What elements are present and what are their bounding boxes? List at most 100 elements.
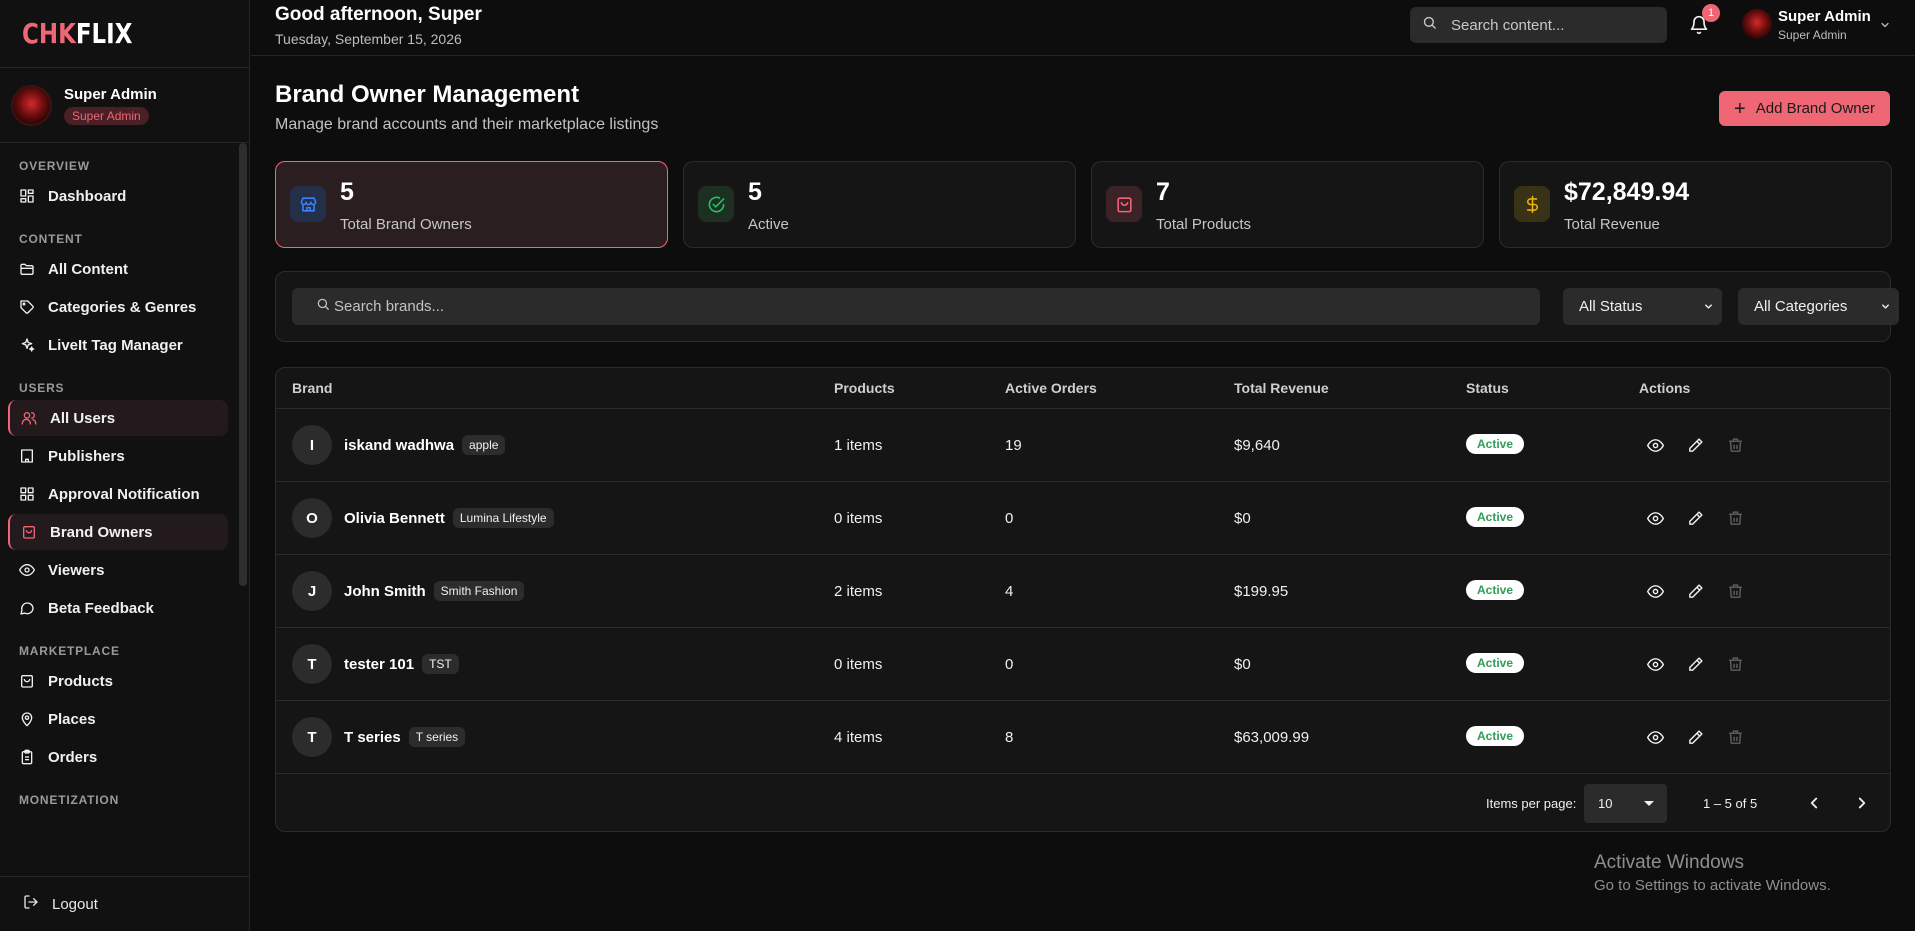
brand-cell: iskand wadhwa apple — [344, 435, 506, 455]
delete-icon[interactable] — [1727, 583, 1744, 600]
view-icon[interactable] — [1646, 729, 1665, 746]
sidebar-item-products[interactable]: Products — [8, 663, 228, 699]
products-cell: 1 items — [834, 437, 883, 454]
nav-section-title: OVERVIEW — [19, 159, 90, 173]
status-select[interactable]: All Status — [1563, 288, 1722, 325]
logo[interactable]: CHKFLIX — [0, 0, 249, 68]
brand-search-input[interactable]: Search brands... — [292, 288, 1540, 325]
logout-button[interactable]: Logout — [0, 876, 250, 931]
brand-tag: TST — [422, 654, 459, 674]
table-row[interactable]: O Olivia Bennett Lumina Lifestyle 0 items 0 $… — [276, 482, 1890, 555]
top-search-input[interactable]: Search content... — [1410, 7, 1667, 43]
column-header-products: Products — [834, 380, 895, 396]
delete-icon[interactable] — [1727, 656, 1744, 673]
delete-icon[interactable] — [1727, 510, 1744, 527]
category-select[interactable]: All Categories — [1738, 288, 1899, 325]
brand-tag: T series — [408, 727, 466, 747]
sidebar-item-all-content[interactable]: All Content — [8, 251, 228, 287]
chevron-down-icon[interactable] — [1879, 18, 1891, 30]
tag-icon — [19, 299, 35, 315]
previous-page-button[interactable] — [1805, 794, 1823, 812]
page-subtitle: Manage brand accounts and their marketpl… — [275, 116, 659, 133]
dashboard-icon — [19, 188, 35, 204]
sidebar-item-viewers[interactable]: Viewers — [8, 552, 228, 588]
sidebar-item-beta-feedback[interactable]: Beta Feedback — [8, 590, 228, 626]
dollar-icon — [1514, 186, 1550, 222]
plus-icon: + — [1734, 97, 1746, 120]
table-row[interactable]: Iiskand wadhwa apple 1 items 19 $9,640 Active — [276, 409, 1890, 482]
status-badge: Active — [1466, 507, 1525, 527]
brand-owners-table: Brand Products Active Orders Total Revenue S… — [275, 367, 1891, 832]
logo-part-2: FLIX — [75, 17, 133, 50]
edit-icon[interactable] — [1687, 510, 1704, 527]
products-cell: 2 items — [834, 583, 883, 600]
brand-avatar: J — [292, 571, 332, 611]
delete-icon[interactable] — [1727, 437, 1744, 454]
top-user-role: Super Admin — [1778, 28, 1847, 42]
stat-card-total-products: 7 Total Products — [1091, 161, 1484, 248]
add-brand-owner-button[interactable]: + Add Brand Owner — [1719, 91, 1890, 126]
sidebar-item-categories-genres[interactable]: Categories & Genres — [8, 289, 228, 325]
filter-bar: Search brands... All Status All Categori… — [275, 271, 1899, 342]
sidebar-item-label: LiveIt Tag Manager — [48, 336, 183, 354]
next-page-button[interactable] — [1853, 794, 1871, 812]
brand-tag: Lumina Lifestyle — [452, 508, 554, 528]
table-row[interactable]: J John Smith Smith Fashion 2 items 4 $199.95 A… — [276, 555, 1890, 628]
column-header-status: Status — [1466, 380, 1509, 396]
nav-section-title: MARKETPLACE — [19, 644, 120, 658]
edit-icon[interactable] — [1687, 583, 1704, 600]
folder-icon — [19, 261, 35, 277]
sidebar-item-label: Beta Feedback — [48, 599, 154, 617]
page-title: Brand Owner Management — [275, 81, 580, 108]
edit-icon[interactable] — [1687, 729, 1704, 746]
add-brand-owner-label: Add Brand Owner — [1755, 100, 1875, 117]
sidebar-item-all-users[interactable]: All Users — [8, 400, 228, 436]
profile-name: Super Admin — [64, 85, 157, 103]
edit-icon[interactable] — [1687, 656, 1704, 673]
view-icon[interactable] — [1646, 510, 1665, 527]
sidebar-item-label: Categories & Genres — [48, 298, 197, 316]
brand-avatar: I — [292, 425, 332, 465]
table-row[interactable]: T T series T series 4 items 8 $63,009.99 Activ… — [276, 701, 1890, 774]
sidebar-item-dashboard[interactable]: Dashboard — [8, 178, 228, 214]
total-revenue-cell: $63,009.99 — [1234, 729, 1310, 746]
sidebar-item-places[interactable]: Places — [8, 701, 228, 737]
active-orders-cell: 4 — [1005, 583, 1014, 600]
sidebar-item-brand-owners[interactable]: Brand Owners — [8, 514, 228, 550]
edit-icon[interactable] — [1687, 437, 1704, 454]
active-orders-cell: 0 — [1005, 656, 1014, 673]
brand-avatar: T — [292, 717, 332, 757]
sidebar-item-orders[interactable]: Orders — [8, 739, 228, 775]
logo-text: CHKFLIX — [22, 17, 132, 50]
brand-owner-name: tester 101 — [344, 655, 415, 673]
building-icon — [19, 448, 35, 464]
sidebar-item-publishers[interactable]: Publishers — [8, 438, 228, 474]
top-user-menu[interactable]: Super Admin Super Admin — [1778, 8, 1871, 42]
view-icon[interactable] — [1646, 583, 1665, 600]
status-badge: Active — [1466, 653, 1525, 673]
total-revenue-cell: $0 — [1234, 510, 1251, 527]
windows-activation-watermark: Activate Windows Go to Settings to activ… — [1594, 852, 1831, 894]
sidebar-item-approval-notification[interactable]: Approval Notification — [8, 476, 228, 512]
delete-icon[interactable] — [1727, 729, 1744, 746]
brand-cell: Olivia Bennett Lumina Lifestyle — [344, 508, 554, 528]
top-avatar[interactable] — [1742, 9, 1772, 39]
greeting: Good afternoon, Super — [275, 4, 482, 25]
grid-icon — [19, 486, 35, 502]
stat-card-active: 5 Active — [683, 161, 1076, 248]
sidebar-item-label: All Content — [48, 260, 128, 278]
view-icon[interactable] — [1646, 437, 1665, 454]
category-select-value: All Categories — [1754, 298, 1848, 315]
sidebar-item-label: Products — [48, 672, 114, 690]
status-select-value: All Status — [1579, 298, 1643, 315]
table-row[interactable]: Ttester 101 TST 0 items 0 $0 Active — [276, 628, 1890, 701]
view-icon[interactable] — [1646, 656, 1665, 673]
items-per-page-select[interactable]: 10 — [1584, 784, 1667, 823]
sidebar-item-label: Places — [48, 710, 96, 728]
total-revenue-cell: $9,640 — [1234, 437, 1280, 454]
sidebar-item-liveit-tag-manager[interactable]: LiveIt Tag Manager — [8, 327, 228, 363]
sidebar-scrollbar[interactable] — [239, 143, 247, 586]
watermark-subtitle: Go to Settings to activate Windows. — [1594, 877, 1831, 894]
brand-cell: T series T series — [344, 727, 466, 747]
products-cell: 0 items — [834, 656, 883, 673]
